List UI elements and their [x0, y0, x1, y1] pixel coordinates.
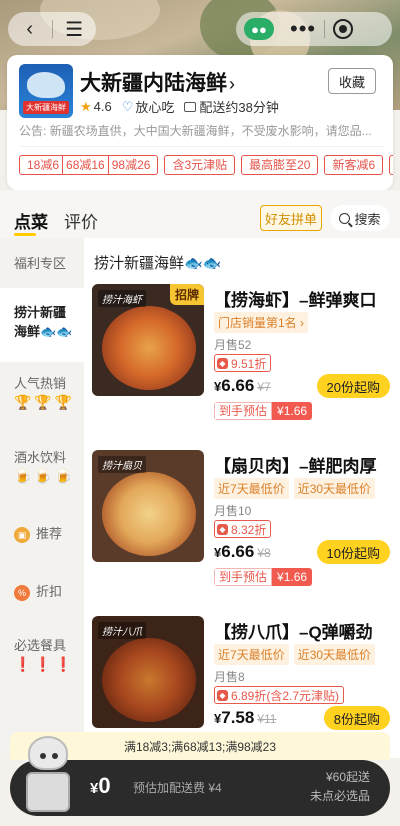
sidebar-item-welfare[interactable]: 福利专区 [0, 254, 84, 273]
menu-list-icon[interactable]: ☰ [52, 12, 96, 46]
discount-tag-icon: ◆ [217, 689, 228, 701]
discount-icon: % [14, 584, 30, 601]
section-title: 捞汁新疆海鲜🐟🐟 [94, 255, 222, 272]
delivery-icon [184, 101, 197, 112]
wechat-share-icon[interactable]: ●● [244, 18, 274, 40]
signature-badge: 招牌 [169, 284, 204, 305]
promo-label: 最高膨至20 [249, 158, 311, 172]
promo-label: 68减16 [62, 156, 108, 174]
promo-chip[interactable]: 含3元津贴 [164, 155, 236, 175]
store-notice[interactable]: 公告: 新疆农场直供，大中国大新疆海鲜，不受废水影响，请您品... [19, 122, 384, 139]
product-image[interactable]: 捞汁海虾 招牌 [92, 284, 204, 396]
product-price: ¥7.58 ¥11 [214, 708, 277, 727]
delivery-time: 配送约38分钟 [199, 100, 279, 115]
heart-icon: ♡ [121, 98, 134, 114]
nav-right-group: ●● ••• [236, 12, 392, 46]
discount-tag-icon: ◆ [217, 357, 228, 369]
promo-chip[interactable]: 5.9 [389, 155, 393, 175]
promo-label: 18减6 [27, 158, 60, 172]
discount-badge: ◆ 6.89折(含2.7元津贴) [214, 686, 345, 704]
promo-chip[interactable]: 最高膨至20 [241, 155, 319, 175]
search-icon [339, 212, 351, 224]
product-image[interactable]: 捞汁扇贝 [92, 450, 204, 562]
search-button[interactable]: 搜索 [330, 205, 390, 231]
product-price: ¥6.66 ¥8 [214, 542, 271, 561]
sidebar-item-recommend[interactable]: ▣ 推荐 [0, 524, 84, 543]
product-item[interactable]: 捞汁扇贝 【扇贝肉】–鲜肥肉厚 近7天最低价 近30天最低价 月售10 ◆ 8.32… [84, 450, 400, 610]
promo-label: 新客减6 [332, 158, 376, 172]
category-sidebar: 福利专区 捞汁新疆海鲜🐟🐟 人气热销 🏆🏆🏆 酒水饮料 🍺🍺🍺 ▣ 推荐 % 折扣 必选… [0, 238, 84, 758]
sidebar-item-discount[interactable]: % 折扣 [0, 582, 84, 601]
lowest-price-30d-tag: 近30天最低价 [293, 644, 376, 665]
tab-order[interactable]: 点菜 [14, 208, 48, 233]
group-buy-button[interactable]: 好友拼单 [260, 205, 322, 231]
final-price-estimate: 到手预估 ¥1.66 [214, 402, 313, 420]
product-list: 捞汁新疆海鲜🐟🐟 捞汁海虾 招牌 【捞海虾】–鲜弹爽口 门店销量第1名 › 月售… [84, 238, 400, 758]
promo-chip[interactable]: 18减6 68减16 98减26 [19, 155, 159, 175]
back-icon[interactable]: ‹ [8, 12, 52, 46]
delivery-fee: 预估加配送费 ¥4 [133, 781, 222, 795]
lowest-price-30d-tag: 近30天最低价 [293, 478, 376, 499]
promo-chip[interactable]: 新客减6 [324, 155, 384, 175]
safe-label: 放心吃 [135, 100, 175, 115]
product-name: 【捞八爪】–Q弹嚼劲 [214, 623, 373, 642]
monthly-sales: 月售52 [214, 338, 252, 352]
discount-badge: ◆ 9.51折 [214, 354, 272, 372]
rank-tag[interactable]: 门店销量第1名 › [214, 312, 309, 333]
discount-badge: ◆ 8.32折 [214, 520, 272, 538]
min-order-button[interactable]: 20份起购 [316, 374, 390, 398]
cart-total: ¥0 [90, 773, 111, 798]
promo-row[interactable]: 18减668减1698减26 含3元津贴 最高膨至20 新客减6 5.9 [19, 155, 393, 177]
final-price-estimate: 到手预估 ¥1.66 [214, 568, 313, 586]
product-name: 【捞海虾】–鲜弹爽口 [214, 291, 377, 310]
store-meta: ★ 4.6 ♡ 放心吃 配送约38分钟 [80, 97, 289, 116]
monthly-sales: 月售10 [214, 504, 252, 518]
recommend-icon: ▣ [14, 526, 30, 543]
chevron-right-icon: › [229, 74, 235, 94]
star-icon: ★ [80, 98, 92, 114]
promo-label: 98减26 [107, 156, 154, 174]
monthly-sales: 月售8 [214, 670, 245, 684]
checkout-status[interactable]: ¥60起送 未点必选品 [310, 768, 370, 806]
cart-mascot-icon[interactable] [18, 730, 78, 816]
close-miniprogram-icon[interactable] [333, 19, 354, 39]
promo-label: 含3元津贴 [172, 158, 228, 172]
more-options-icon[interactable]: ••• [290, 16, 316, 42]
favorite-button[interactable]: 收藏 [328, 68, 376, 94]
store-logo: 大新疆海鲜 [19, 64, 73, 118]
store-name[interactable]: 大新疆内陆海鲜 › [80, 67, 235, 97]
store-rating: 4.6 [93, 99, 112, 114]
product-image[interactable]: 捞汁八爪 [92, 616, 204, 728]
tab-active-underline [14, 233, 36, 236]
sidebar-item-seafood[interactable]: 捞汁新疆海鲜🐟🐟 [0, 288, 84, 362]
product-item[interactable]: 捞汁海虾 招牌 【捞海虾】–鲜弹爽口 门店销量第1名 › 月售52 ◆ 9.51折… [84, 284, 400, 444]
store-info-card: 大新疆海鲜 大新疆内陆海鲜 › 收藏 ★ 4.6 ♡ 放心吃 配送约38分钟 公告: … [7, 55, 393, 190]
tab-review[interactable]: 评价 [64, 208, 98, 233]
search-label: 搜索 [354, 211, 381, 227]
sidebar-item-drinks[interactable]: 酒水饮料 🍺🍺🍺 [0, 448, 84, 486]
min-order-button[interactable]: 10份起购 [316, 540, 390, 564]
sidebar-item-hot[interactable]: 人气热销 🏆🏆🏆 [0, 374, 84, 412]
product-name: 【扇贝肉】–鲜肥肉厚 [214, 457, 377, 476]
discount-tag-icon: ◆ [217, 523, 228, 535]
lowest-price-7d-tag: 近7天最低价 [214, 644, 289, 665]
lowest-price-7d-tag: 近7天最低价 [214, 478, 289, 499]
min-order-button[interactable]: 8份起购 [323, 706, 390, 730]
sidebar-item-tableware[interactable]: 必选餐具 ❗❗❗ [0, 636, 84, 674]
product-price: ¥6.66 ¥7 [214, 376, 271, 395]
nav-left-group: ‹ ☰ [8, 12, 96, 46]
